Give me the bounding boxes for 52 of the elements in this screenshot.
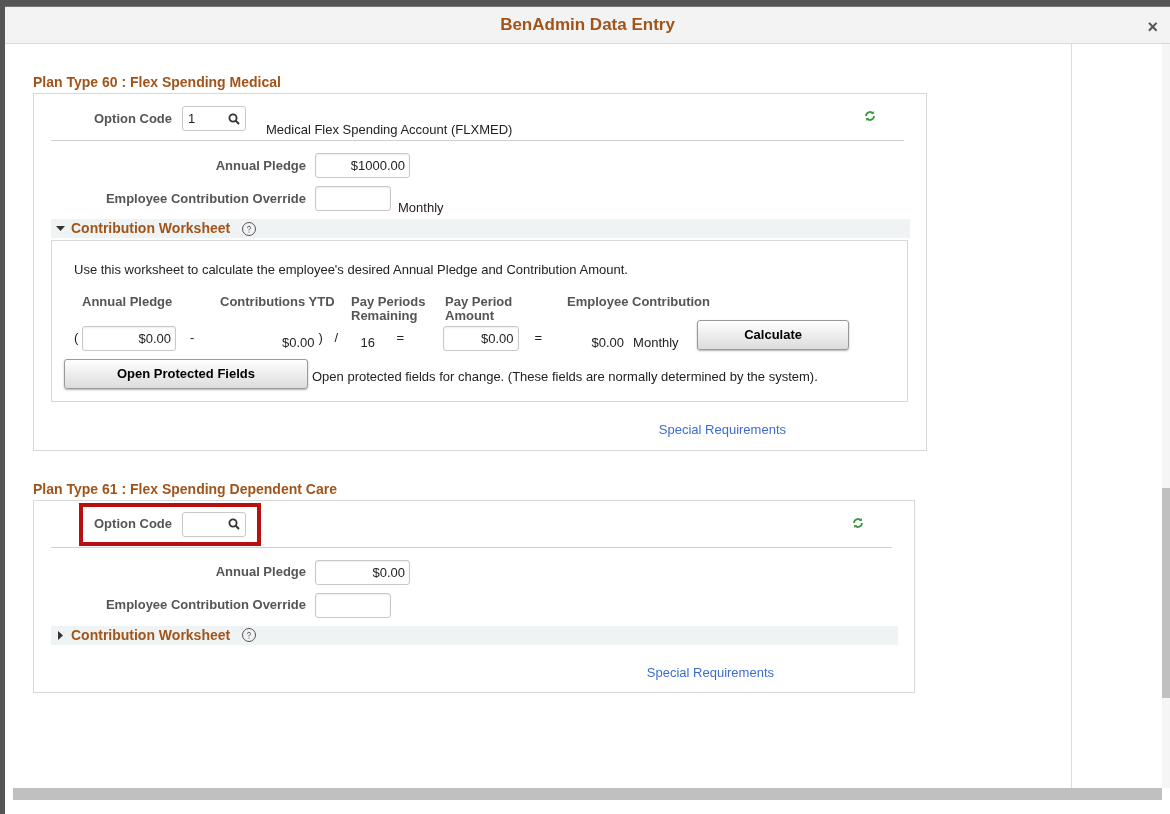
column-header: Contributions YTD — [220, 295, 336, 311]
paren-text: ) — [318, 329, 324, 348]
option-code-value: 1 — [188, 109, 196, 128]
option-code-field[interactable]: 1 — [182, 106, 246, 131]
value-text: Monthly — [633, 334, 680, 353]
section-title: Contribution Worksheet — [71, 625, 231, 645]
action-button[interactable]: Open Protected Fields — [64, 359, 308, 389]
column-header: Annual Pledge — [82, 295, 174, 311]
operator-text: = — [396, 329, 406, 348]
field-label: Annual Pledge — [214, 156, 306, 175]
field-label: Option Code — [94, 515, 172, 534]
caret-down-icon[interactable] — [56, 224, 65, 233]
value-text: $0.00 — [591, 334, 625, 353]
column-header: Pay Period Amount — [445, 295, 514, 323]
field-label: Employee Contribution Override — [104, 596, 306, 615]
window-title: BenAdmin Data Entry — [500, 14, 675, 37]
value-text: $0.00 — [282, 334, 315, 353]
operator-text: / — [334, 329, 340, 348]
field-label: Option Code — [94, 109, 172, 128]
input-field[interactable]: $0.00 — [315, 559, 410, 585]
operator-text: = — [534, 329, 544, 348]
worksheet-intro: Use this worksheet to calculate the employee's desired Annual Pledge and Contribution Amount. — [74, 262, 628, 277]
close-button[interactable]: × — [1147, 14, 1158, 41]
value-text: 16 — [360, 334, 376, 353]
protected-note: Open protected fields for change. (These fields are normally determined by the system). — [312, 368, 818, 387]
field-label: Annual Pledge — [214, 563, 306, 582]
input-field[interactable]: $1000.00 — [315, 153, 410, 178]
section-title: Contribution Worksheet — [71, 219, 231, 238]
option-description: Medical Flex Spending Account (FLXMED) — [266, 121, 513, 139]
refresh-icon[interactable] — [864, 110, 876, 122]
plan-title: Plan Type 61 : Flex Spending Dependent Care — [33, 480, 338, 497]
search-icon[interactable] — [228, 518, 240, 530]
input-field[interactable]: $0.00 — [82, 325, 176, 351]
paren-text: ( — [74, 329, 80, 348]
caret-right-icon[interactable] — [56, 630, 65, 640]
action-button[interactable]: Calculate — [697, 320, 850, 350]
input-field[interactable] — [315, 592, 391, 618]
worksheet-header[interactable]: Contribution Worksheet — [51, 625, 898, 645]
special-requirements-link[interactable]: Special Requirements — [658, 420, 786, 440]
refresh-icon[interactable] — [852, 516, 864, 529]
input-field[interactable]: $0.00 — [442, 325, 519, 351]
search-icon[interactable] — [228, 112, 240, 125]
plan-title: Plan Type 60 : Flex Spending Medical — [33, 74, 282, 90]
column-header: Employee Contribution — [567, 295, 711, 311]
special-requirements-link[interactable]: Special Requirements — [646, 662, 774, 682]
operator-text: - — [190, 329, 196, 348]
field-label: Employee Contribution Override — [104, 189, 306, 208]
input-field[interactable] — [315, 186, 391, 211]
unit-text: Monthly — [398, 198, 444, 217]
option-code-field[interactable] — [182, 511, 246, 537]
worksheet-header[interactable]: Contribution Worksheet — [51, 219, 910, 238]
column-header: Pay Periods Remaining — [351, 295, 427, 323]
